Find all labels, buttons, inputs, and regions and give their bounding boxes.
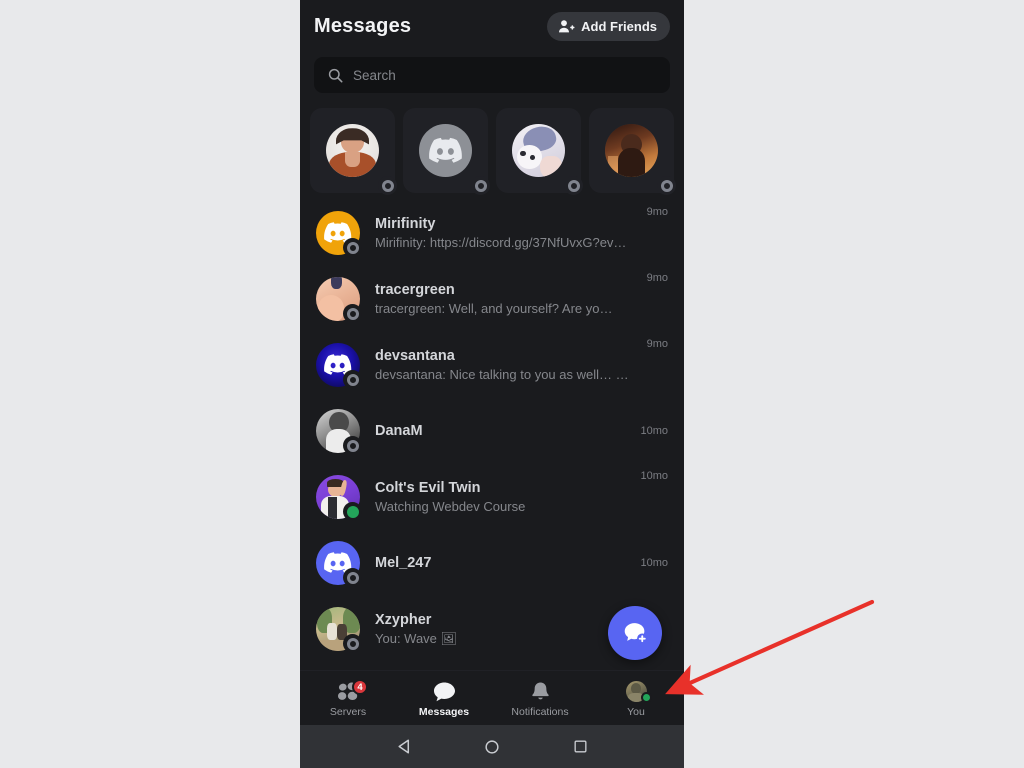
avatar — [326, 124, 379, 177]
add-friends-label: Add Friends — [581, 18, 657, 34]
servers-icon-box: 4 — [335, 679, 368, 702]
conversation-timestamp: 10mo — [640, 470, 668, 482]
status-indicator-offline — [343, 568, 362, 587]
messages-bubble-icon — [433, 682, 455, 701]
chat-bubble-plus-icon — [624, 622, 647, 644]
conversation-timestamp: 9mo — [646, 206, 668, 218]
story-card[interactable] — [310, 108, 397, 195]
conversation-name: Mirifinity — [375, 216, 436, 232]
nav-tab-notifications[interactable]: Notifications — [492, 678, 588, 718]
recents-square-icon[interactable] — [570, 737, 590, 757]
status-indicator-offline — [378, 176, 397, 195]
nav-tab-you[interactable]: You — [588, 678, 684, 718]
avatar — [316, 607, 362, 653]
you-icon-box — [623, 680, 652, 703]
conversation-name: devsantana — [375, 348, 455, 364]
status-indicator-offline — [343, 370, 362, 389]
add-friends-button[interactable]: Add Friends — [547, 11, 670, 41]
status-indicator-offline — [657, 176, 676, 195]
conversation-text: Mel_247 — [375, 555, 625, 571]
conversation-text: Mirifinity Mirifinity: https://discord.g… — [375, 216, 632, 250]
nav-tab-servers[interactable]: 4 Servers — [300, 678, 396, 718]
search-icon — [328, 68, 343, 82]
status-indicator-online — [343, 502, 362, 521]
status-indicator-offline — [343, 634, 362, 653]
table-row[interactable]: Mirifinity Mirifinity: https://discord.g… — [300, 200, 684, 266]
page-title: Messages — [314, 14, 412, 37]
conversation-preview: devsantana: Nice talking to you as well…… — [375, 367, 632, 382]
nav-tab-messages[interactable]: Messages — [396, 678, 492, 718]
avatar — [316, 343, 362, 389]
conversation-preview: Mirifinity: https://discord.gg/37NfUvxG?… — [375, 235, 632, 250]
conversation-list[interactable]: Mirifinity Mirifinity: https://discord.g… — [300, 200, 684, 675]
conversation-name: Colt's Evil Twin — [375, 480, 481, 496]
status-indicator-offline — [343, 238, 362, 257]
story-card[interactable] — [403, 108, 490, 195]
status-indicator-offline — [343, 304, 362, 323]
conversation-preview: Watching Webdev Course — [375, 499, 526, 514]
table-row[interactable]: DanaM 10mo — [300, 398, 684, 464]
conversation-timestamp: 10mo — [640, 425, 668, 437]
active-now-row — [308, 108, 676, 195]
search-container: Search — [314, 57, 670, 93]
phone-screen: Messages Add Friends Search Mirifinity M… — [300, 0, 684, 768]
android-system-bar — [300, 725, 684, 768]
conversation-timestamp: 9mo — [646, 272, 668, 284]
person-add-icon — [559, 19, 575, 32]
discord-logo-icon — [429, 137, 462, 163]
conversation-timestamp: 10mo — [640, 557, 668, 569]
avatar — [316, 409, 362, 455]
nav-label: Servers — [329, 706, 367, 718]
avatar — [316, 211, 362, 257]
search-placeholder: Search — [353, 67, 396, 83]
conversation-text: tracergreen tracergreen: Well, and yours… — [375, 282, 632, 316]
nav-label: Messages — [418, 706, 470, 718]
status-indicator-offline — [471, 176, 490, 195]
search-input[interactable]: Search — [314, 57, 670, 93]
avatar — [605, 124, 658, 177]
nav-label: Notifications — [511, 706, 569, 718]
nav-label: You — [627, 706, 645, 718]
table-row[interactable]: devsantana devsantana: Nice talking to y… — [300, 332, 684, 398]
conversation-text: devsantana devsantana: Nice talking to y… — [375, 348, 632, 382]
conversation-name: Mel_247 — [375, 555, 432, 571]
avatar — [316, 277, 362, 323]
home-circle-icon[interactable] — [482, 737, 502, 757]
table-row[interactable]: Mel_247 10mo — [300, 530, 684, 596]
status-badge: 4 — [352, 679, 368, 695]
bell-icon — [531, 682, 549, 699]
app-header: Messages Add Friends — [300, 0, 684, 52]
user-avatar-icon — [625, 680, 652, 703]
avatar — [316, 475, 362, 521]
conversation-name: DanaM — [375, 423, 423, 439]
messages-icon-box — [431, 680, 457, 702]
conversation-preview: tracergreen: Well, and yourself? Are yo… — [375, 301, 613, 316]
back-triangle-icon[interactable] — [394, 737, 414, 757]
status-indicator-online — [640, 691, 652, 703]
avatar — [316, 541, 362, 587]
conversation-text: DanaM — [375, 423, 625, 439]
table-row[interactable]: tracergreen tracergreen: Well, and yours… — [300, 266, 684, 332]
story-card[interactable] — [589, 108, 676, 195]
new-message-fab[interactable] — [608, 606, 662, 660]
avatar — [512, 124, 565, 177]
table-row[interactable]: Colt's Evil Twin Watching Webdev Course … — [300, 464, 684, 530]
conversation-timestamp: 9mo — [646, 338, 668, 350]
conversation-name: tracergreen — [375, 282, 455, 298]
status-indicator-offline — [564, 176, 583, 195]
notifications-icon-box — [527, 680, 553, 702]
status-indicator-offline — [343, 436, 362, 455]
conversation-text: Colt's Evil Twin Watching Webdev Course — [375, 480, 625, 514]
story-card[interactable] — [496, 108, 583, 195]
bottom-navigation: 4 Servers Messages Notifications You — [300, 670, 684, 725]
avatar — [419, 124, 472, 177]
screenshot-root: Messages Add Friends Search Mirifinity M… — [0, 0, 1024, 768]
